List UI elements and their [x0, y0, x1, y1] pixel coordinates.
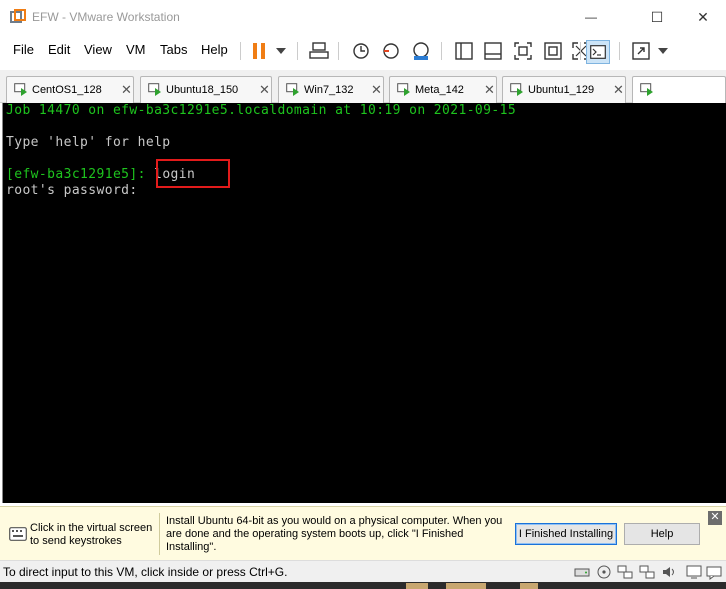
menu-file[interactable]: File [13, 42, 34, 57]
toolbar-divider [240, 42, 241, 60]
hint-keystrokes-text: Click in the virtual screen to send keys… [30, 522, 153, 547]
sound-card-icon[interactable] [661, 564, 677, 580]
snapshot-manager-icon[interactable] [410, 40, 432, 62]
taskbar-chip [406, 583, 428, 589]
vm-tab-icon [14, 83, 28, 97]
hint-install-message: Install Ubuntu 64-bit as you would on a … [166, 515, 503, 553]
console-help-line: Type 'help' for help [6, 135, 171, 150]
close-icon[interactable]: ✕ [371, 82, 382, 98]
menu-vm[interactable]: VM [126, 42, 146, 57]
vm-tab-icon [286, 83, 300, 97]
console-prompt: [efw-ba3c1291e5]: [6, 167, 146, 182]
i-finished-installing-button[interactable]: I Finished Installing [515, 523, 617, 545]
help-button[interactable]: Help [624, 523, 700, 545]
snapshot-icon[interactable] [350, 40, 372, 62]
maximize-button[interactable]: ☐ [634, 5, 680, 29]
dropdown-arrow-icon[interactable] [270, 40, 292, 62]
status-text: To direct input to this VM, click inside… [3, 565, 288, 579]
status-bar: To direct input to this VM, click inside… [0, 560, 726, 582]
console-job-line: Job 14470 on efw-ba3c1291e5.localdomain … [6, 103, 517, 118]
revert-snapshot-icon[interactable] [380, 40, 402, 62]
send-ctrl-alt-del-icon[interactable] [308, 40, 330, 62]
dropdown-arrow-icon[interactable] [652, 40, 674, 62]
thumbnail-icon[interactable] [482, 40, 504, 62]
tab-win7-132[interactable]: Win7_132 ✕ [278, 76, 384, 103]
hint-divider [159, 513, 160, 555]
vm-console-screen[interactable]: Job 14470 on efw-ba3c1291e5.localdomain … [2, 103, 726, 503]
vm-tab-icon [510, 83, 524, 97]
tab-label: Ubuntu1_129 [528, 84, 595, 96]
vm-tab-icon [397, 83, 411, 97]
toolbar-divider [619, 42, 620, 60]
vm-tab-bar: CentOS1_128 ✕ Ubuntu18_150 ✕ Win7_132 ✕ … [0, 70, 726, 103]
minimize-button[interactable]: — [568, 5, 614, 29]
menu-help[interactable]: Help [201, 42, 228, 57]
console-view-icon[interactable] [586, 40, 610, 64]
unity-icon[interactable] [542, 40, 564, 62]
taskbar-chip [446, 583, 486, 589]
toolbar-divider [338, 42, 339, 60]
tab-ubuntu18-150[interactable]: Ubuntu18_150 ✕ [140, 76, 272, 103]
tab-label: Win7_132 [304, 84, 354, 96]
taskbar-strip [0, 582, 726, 589]
display-icon[interactable] [686, 564, 702, 580]
close-icon[interactable]: ✕ [259, 82, 270, 98]
fullscreen-icon[interactable] [512, 40, 534, 62]
tab-centos1-128[interactable]: CentOS1_128 ✕ [6, 76, 134, 103]
menu-edit[interactable]: Edit [48, 42, 70, 57]
toolbar-divider [441, 42, 442, 60]
hard-disk-icon[interactable] [574, 564, 590, 580]
install-hint-bar: Click in the virtual screen to send keys… [0, 506, 726, 560]
close-hint-icon[interactable]: ✕ [708, 511, 722, 525]
close-icon[interactable]: ✕ [484, 82, 495, 98]
pause-icon[interactable] [248, 40, 270, 62]
menu-view[interactable]: View [84, 42, 112, 57]
vm-tab-icon [148, 83, 162, 97]
tab-meta-142[interactable]: Meta_142 ✕ [389, 76, 497, 103]
login-highlight-box [156, 159, 230, 188]
tab-ubuntu1-129[interactable]: Ubuntu1_129 ✕ [502, 76, 626, 103]
menu-tabs[interactable]: Tabs [160, 42, 187, 57]
message-log-icon[interactable] [706, 564, 722, 580]
window-title: EFW - VMware Workstation [32, 10, 180, 24]
console-password-line: root's password: [6, 183, 138, 198]
usb-controller-icon[interactable] [639, 564, 655, 580]
tab-label: Meta_142 [415, 84, 464, 96]
toolbar-divider [580, 42, 581, 60]
close-button[interactable]: ✕ [680, 5, 726, 29]
vm-tab-icon [640, 83, 654, 97]
vmware-logo-icon [10, 9, 26, 25]
network-adapter-icon[interactable] [617, 564, 633, 580]
library-icon[interactable] [453, 40, 475, 62]
toolbar-divider [297, 42, 298, 60]
close-icon[interactable]: ✕ [613, 82, 624, 98]
tab-label: CentOS1_128 [32, 84, 102, 96]
stretch-icon[interactable] [630, 40, 652, 62]
tab-label: Ubuntu18_150 [166, 84, 239, 96]
keyboard-icon [9, 527, 27, 541]
title-bar: EFW - VMware Workstation — ☐ ✕ [0, 0, 726, 34]
cd-dvd-icon[interactable] [596, 564, 612, 580]
menu-bar: File Edit View VM Tabs Help [0, 34, 726, 66]
taskbar-chip [520, 583, 538, 589]
tab-efw-active[interactable] [632, 76, 726, 103]
close-icon[interactable]: ✕ [121, 82, 132, 98]
